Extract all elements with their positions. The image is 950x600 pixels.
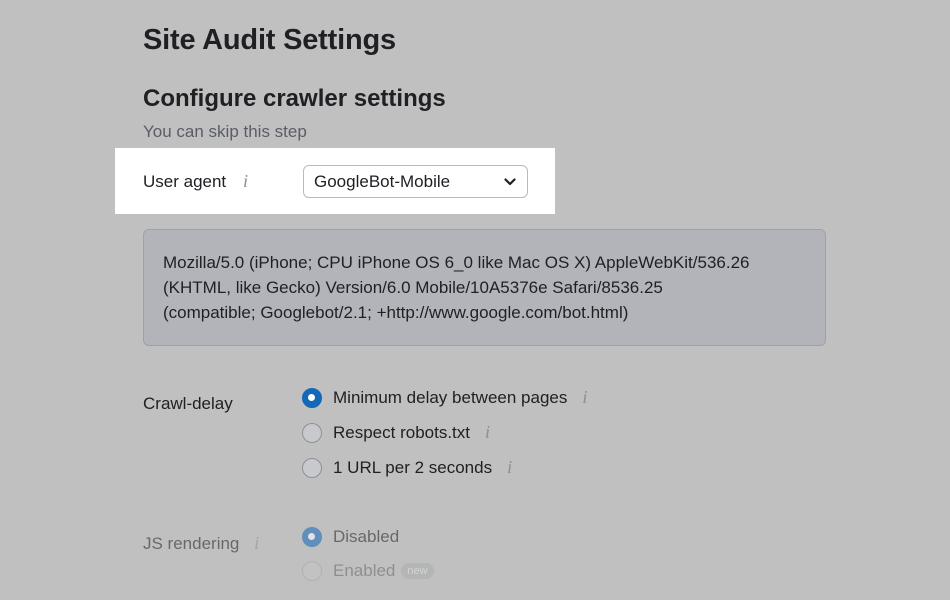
radio-label: Respect robots.txt [333, 422, 471, 442]
radio-label: Enabled [333, 561, 396, 580]
user-agent-label: User agent [143, 172, 227, 191]
user-agent-string-box: Mozilla/5.0 (iPhone; CPU iPhone OS 6_0 l… [143, 229, 826, 346]
crawl-delay-option-1url[interactable]: 1 URL per 2 seconds i [302, 457, 512, 478]
section-title: Configure crawler settings [143, 85, 446, 112]
js-rendering-option-enabled[interactable]: Enabled new [302, 561, 434, 581]
radio-label: 1 URL per 2 seconds [333, 457, 493, 477]
skip-hint: You can skip this step [143, 122, 307, 141]
crawl-delay-option-minimum[interactable]: Minimum delay between pages i [302, 387, 587, 408]
crawl-delay-option-robots[interactable]: Respect robots.txt i [302, 422, 490, 443]
info-icon[interactable]: i [582, 387, 587, 408]
user-agent-select[interactable]: GoogleBot-Mobile [303, 165, 528, 198]
info-icon[interactable]: i [485, 422, 490, 443]
radio-button[interactable] [302, 561, 322, 581]
user-agent-string-line: (KHTML, like Gecko) Version/6.0 Mobile/1… [163, 278, 663, 297]
radio-button[interactable] [302, 422, 322, 443]
user-agent-string-line: Mozilla/5.0 (iPhone; CPU iPhone OS 6_0 l… [163, 253, 750, 272]
js-rendering-option-disabled[interactable]: Disabled [302, 527, 399, 547]
radio-label: Minimum delay between pages [333, 387, 568, 407]
radio-button[interactable] [302, 457, 322, 478]
user-agent-string-line: (compatible; Googlebot/2.1; +http://www.… [163, 303, 629, 322]
page: Site Audit Settings Configure crawler se… [0, 0, 950, 600]
info-icon[interactable]: i [254, 533, 259, 554]
js-rendering-label-text: JS rendering [143, 534, 240, 553]
crawl-delay-label: Crawl-delay [143, 394, 233, 413]
new-badge: new [401, 563, 434, 579]
info-icon[interactable]: i [243, 171, 248, 192]
radio-label: Disabled [333, 527, 400, 546]
page-title: Site Audit Settings [143, 24, 396, 56]
chevron-down-icon [504, 177, 516, 185]
radio-button[interactable] [302, 527, 322, 547]
js-rendering-label: JS rendering i [143, 533, 259, 554]
radio-button[interactable] [302, 387, 322, 408]
user-agent-selected-value: GoogleBot-Mobile [314, 171, 451, 191]
info-icon[interactable]: i [507, 457, 512, 478]
